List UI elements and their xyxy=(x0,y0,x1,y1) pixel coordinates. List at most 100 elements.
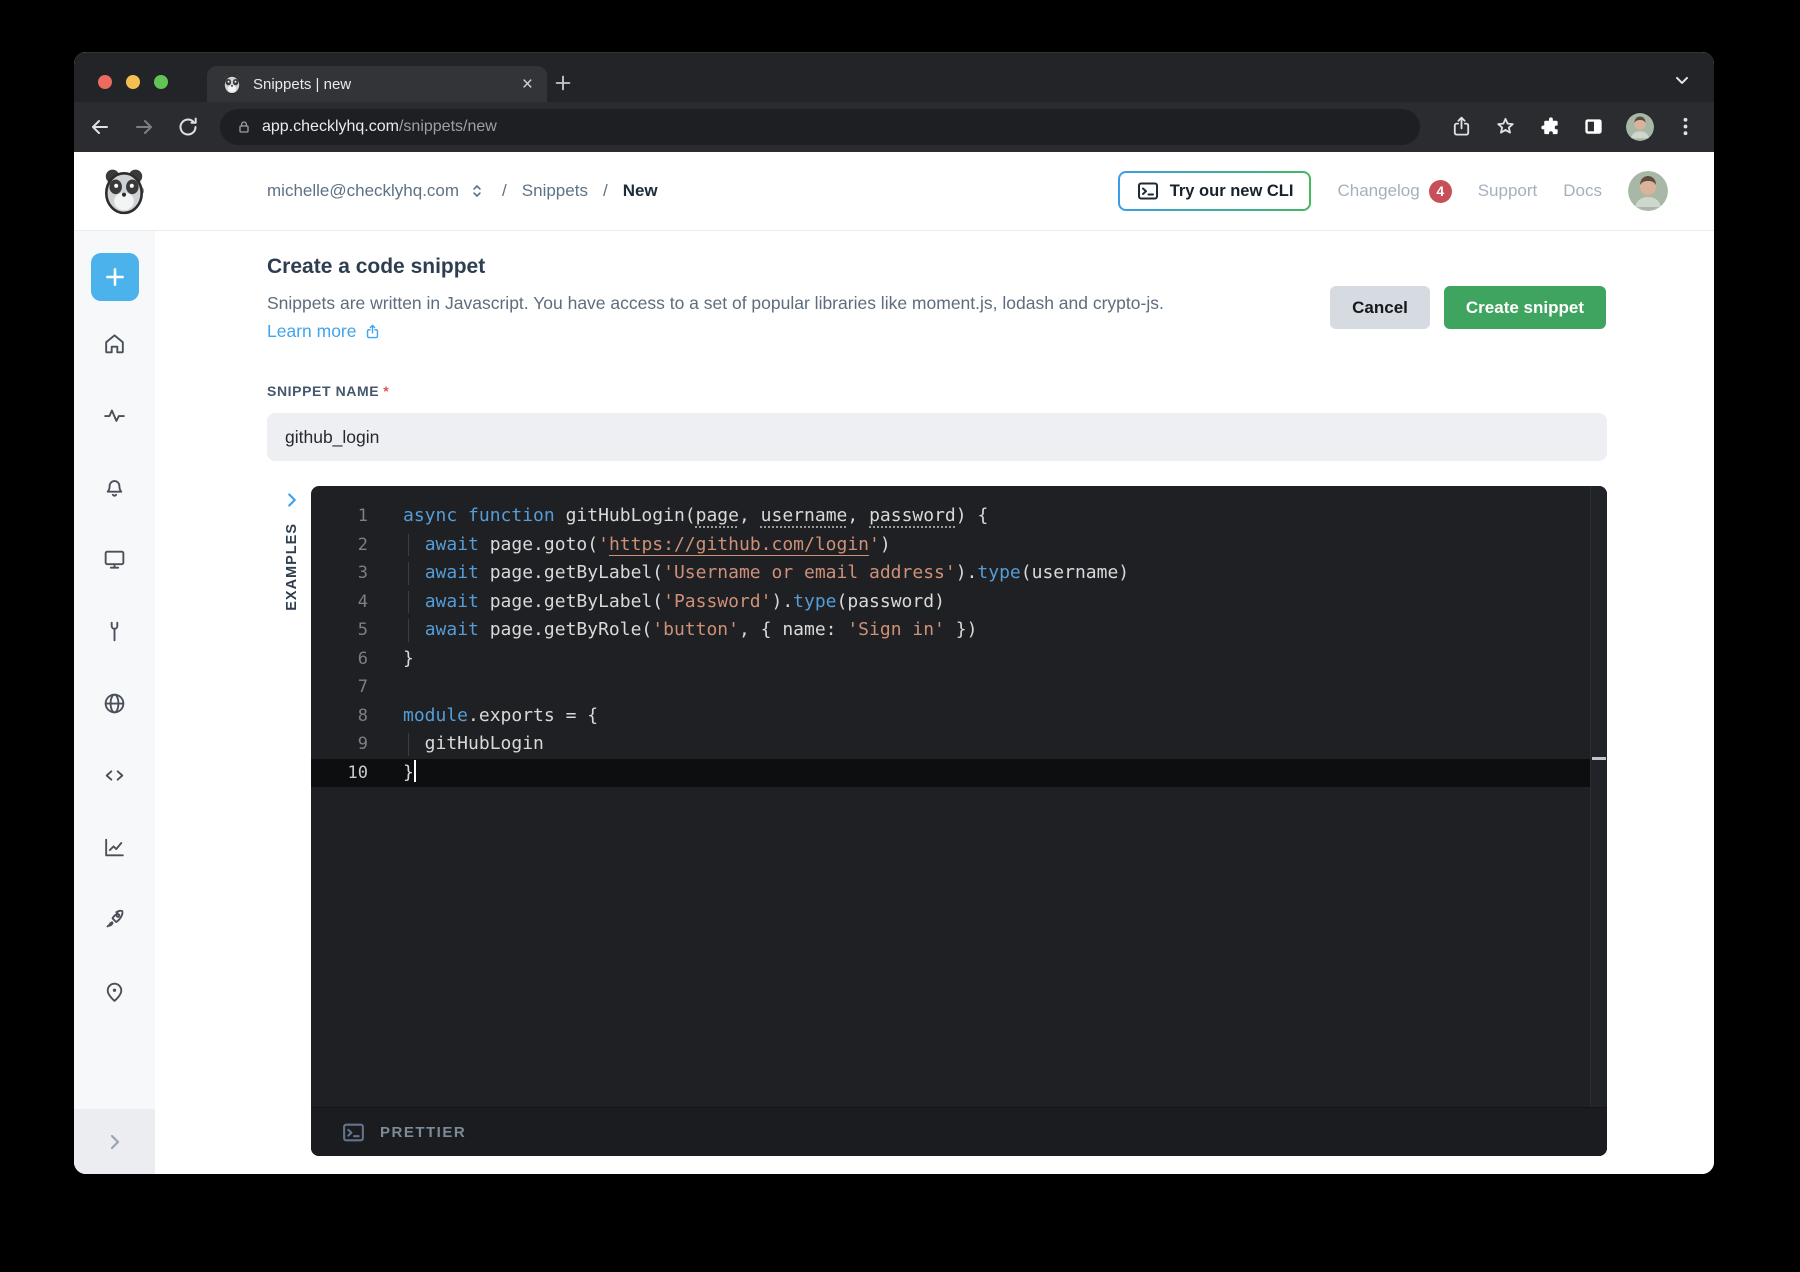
code-line[interactable]: 6} xyxy=(311,645,1607,674)
home-icon xyxy=(102,331,127,356)
sidebar-expand-button[interactable] xyxy=(74,1109,155,1174)
text-cursor xyxy=(414,760,416,782)
page-description: Snippets are written in Javascript. You … xyxy=(267,293,1164,314)
chevron-right-icon xyxy=(103,1130,127,1154)
globe-icon xyxy=(102,691,127,716)
sidebar-item-private-locations[interactable] xyxy=(102,691,127,716)
code-line[interactable]: 9 gitHubLogin xyxy=(311,730,1607,759)
nav-docs[interactable]: Docs xyxy=(1563,181,1602,201)
account-switcher-icon xyxy=(467,181,487,201)
breadcrumb-separator: / xyxy=(502,181,507,201)
bell-icon xyxy=(102,475,127,500)
line-number: 4 xyxy=(311,588,368,617)
required-asterisk: * xyxy=(383,383,389,399)
sidebar-item-snippets[interactable] xyxy=(102,763,127,788)
code-line[interactable]: 3 await page.getByLabel('Username or ema… xyxy=(311,559,1607,588)
checkly-logo[interactable] xyxy=(99,166,149,216)
close-window-button[interactable] xyxy=(98,75,112,89)
form-actions: Cancel Create snippet xyxy=(1330,286,1606,329)
learn-more-label: Learn more xyxy=(267,321,357,342)
browser-toolbar: app.checklyhq.com/snippets/new xyxy=(74,102,1714,152)
create-snippet-button[interactable]: Create snippet xyxy=(1444,286,1606,329)
chevron-right-icon[interactable] xyxy=(281,489,303,511)
extensions-icon[interactable] xyxy=(1538,115,1562,139)
snippet-name-input[interactable] xyxy=(267,413,1607,461)
terminal-icon xyxy=(1136,179,1160,203)
external-link-icon xyxy=(364,323,381,340)
url-bar[interactable]: app.checklyhq.com/snippets/new xyxy=(220,109,1420,145)
cancel-button[interactable]: Cancel xyxy=(1330,286,1430,329)
breadcrumb-snippets[interactable]: Snippets xyxy=(522,181,588,201)
lock-icon xyxy=(236,119,252,135)
line-number: 2 xyxy=(311,531,368,560)
tab-strip: Snippets | new × xyxy=(74,52,1714,102)
browser-tab[interactable]: Snippets | new × xyxy=(207,66,547,102)
sidebar-item-analytics[interactable] xyxy=(102,835,127,860)
app-header: michelle@checklyhq.com / Snippets / New … xyxy=(74,152,1714,231)
sidebar-item-maintenance[interactable] xyxy=(102,619,127,644)
line-number: 1 xyxy=(311,502,368,531)
header-right: Try our new CLI Changelog 4 Support Docs xyxy=(1118,152,1668,230)
user-avatar[interactable] xyxy=(1628,171,1668,211)
plus-icon xyxy=(102,264,128,290)
sidebar xyxy=(74,231,155,1174)
new-tab-icon[interactable] xyxy=(552,72,574,94)
line-number: 8 xyxy=(311,702,368,731)
minimize-window-button[interactable] xyxy=(126,75,140,89)
chart-icon xyxy=(102,835,127,860)
sidebar-item-dashboards[interactable] xyxy=(102,547,127,572)
account-switcher[interactable]: michelle@checklyhq.com xyxy=(267,181,487,201)
line-number: 9 xyxy=(311,730,368,759)
forward-icon[interactable] xyxy=(132,115,156,139)
sidebar-item-alerts[interactable] xyxy=(102,475,127,500)
main-content: Create a code snippet Snippets are writt… xyxy=(155,231,1714,1174)
nav-support[interactable]: Support xyxy=(1478,181,1538,201)
code-editor[interactable]: 1async function gitHubLogin(page, userna… xyxy=(311,486,1607,1156)
try-cli-label: Try our new CLI xyxy=(1170,182,1294,201)
browser-profile-avatar[interactable] xyxy=(1626,113,1654,141)
code-icon xyxy=(102,763,127,788)
map-pin-icon xyxy=(102,979,127,1004)
code-line[interactable]: 10} xyxy=(311,759,1607,788)
code-line[interactable]: 4 await page.getByLabel('Password').type… xyxy=(311,588,1607,617)
code-line[interactable]: 1async function gitHubLogin(page, userna… xyxy=(311,502,1607,531)
tab-search-icon[interactable] xyxy=(1672,70,1692,90)
share-icon[interactable] xyxy=(1450,115,1474,139)
examples-label[interactable]: EXAMPLES xyxy=(284,523,300,611)
create-new-button[interactable] xyxy=(91,253,139,301)
line-number: 7 xyxy=(311,673,368,702)
sidebar-item-home[interactable] xyxy=(102,331,127,356)
nav-changelog[interactable]: Changelog 4 xyxy=(1337,180,1451,203)
terminal-icon xyxy=(341,1120,366,1145)
traffic-lights xyxy=(98,75,168,89)
snippet-name-label: SNIPPET NAME* xyxy=(267,383,389,399)
page-title: Create a code snippet xyxy=(267,255,485,279)
sidebar-item-checks[interactable] xyxy=(102,403,127,428)
close-icon[interactable]: × xyxy=(522,75,533,94)
learn-more-link[interactable]: Learn more xyxy=(267,321,381,342)
line-number: 3 xyxy=(311,559,368,588)
back-icon[interactable] xyxy=(88,115,112,139)
zoom-window-button[interactable] xyxy=(154,75,168,89)
url-path: /snippets/new xyxy=(399,118,497,135)
side-panel-icon[interactable] xyxy=(1582,115,1606,139)
browser-window: Snippets | new × app.checklyhq.com/snipp… xyxy=(74,52,1714,1174)
code-line[interactable]: 8module.exports = { xyxy=(311,702,1607,731)
changelog-badge: 4 xyxy=(1429,180,1452,203)
rocket-icon xyxy=(102,907,127,932)
url-domain: app.checklyhq.com xyxy=(262,118,399,135)
url-text: app.checklyhq.com/snippets/new xyxy=(262,118,497,136)
editor-overview-ruler[interactable] xyxy=(1590,486,1607,1108)
code-line[interactable]: 7 xyxy=(311,673,1607,702)
sidebar-item-locations[interactable] xyxy=(102,979,127,1004)
reload-icon[interactable] xyxy=(176,115,200,139)
try-cli-button[interactable]: Try our new CLI xyxy=(1118,171,1312,211)
line-number: 6 xyxy=(311,645,368,674)
code-line[interactable]: 2 await page.goto('https://github.com/lo… xyxy=(311,531,1607,560)
sidebar-item-quickstart[interactable] xyxy=(102,907,127,932)
changelog-label: Changelog xyxy=(1337,181,1419,201)
star-icon[interactable] xyxy=(1494,115,1518,139)
breadcrumb: michelle@checklyhq.com / Snippets / New xyxy=(267,152,658,230)
kebab-menu-icon[interactable] xyxy=(1674,115,1698,139)
code-line[interactable]: 5 await page.getByRole('button', { name:… xyxy=(311,616,1607,645)
